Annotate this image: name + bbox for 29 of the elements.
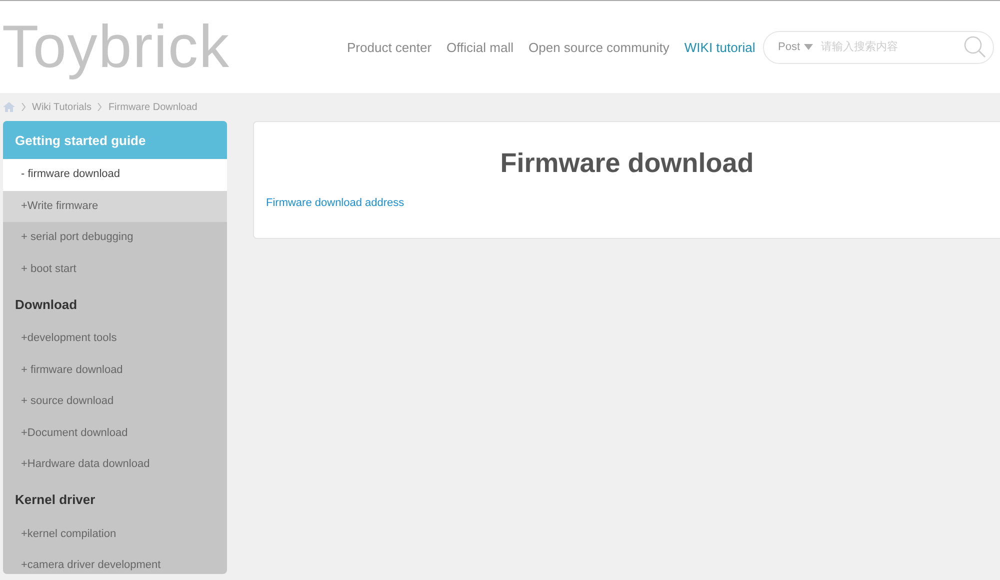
sidebar-item[interactable]: +Write firmware bbox=[3, 190, 227, 222]
chevron-icon bbox=[21, 103, 26, 111]
sidebar-item[interactable]: +kernel compilation bbox=[3, 518, 227, 550]
sidebar-item[interactable]: + boot start bbox=[3, 254, 227, 285]
sidebar-item[interactable]: + firmware download bbox=[3, 354, 227, 386]
nav-link[interactable]: Product center bbox=[347, 40, 432, 54]
page-title: Firmware download bbox=[499, 148, 755, 179]
sidebar-item[interactable]: +Hardware data download bbox=[3, 449, 227, 480]
sidebar-item[interactable]: + serial port debugging bbox=[3, 222, 227, 254]
sidebar-heading[interactable]: Getting started guide bbox=[3, 121, 227, 159]
nav-link[interactable]: Official mall bbox=[446, 40, 514, 54]
sidebar-item[interactable]: +camera driver development bbox=[3, 550, 227, 574]
caret-icon bbox=[804, 44, 814, 50]
breadcrumb-link[interactable]: Firmware Download bbox=[108, 102, 198, 112]
search-icon[interactable] bbox=[963, 35, 987, 59]
nav-link[interactable]: Open source community bbox=[528, 40, 670, 54]
sidebar-item[interactable]: +development tools bbox=[3, 323, 227, 354]
scope-dropdown[interactable]: Post bbox=[778, 41, 814, 53]
home-icon[interactable] bbox=[3, 102, 15, 112]
logo[interactable]: Toybrick bbox=[2, 17, 347, 77]
sidebar-item[interactable]: - firmware download bbox=[3, 159, 227, 190]
sidebar-heading[interactable]: Download bbox=[3, 285, 227, 323]
sidebar-heading[interactable]: Kernel driver bbox=[3, 480, 227, 518]
sidebar-item[interactable]: + source download bbox=[3, 386, 227, 418]
breadcrumb-link[interactable]: Wiki Tutorials bbox=[32, 102, 92, 112]
download-link[interactable]: Firmware download address bbox=[266, 197, 404, 209]
sidebar-item[interactable]: +Document download bbox=[3, 418, 227, 449]
nav-link[interactable]: WIKI tutorial bbox=[684, 40, 756, 54]
chevron-icon bbox=[97, 103, 102, 111]
